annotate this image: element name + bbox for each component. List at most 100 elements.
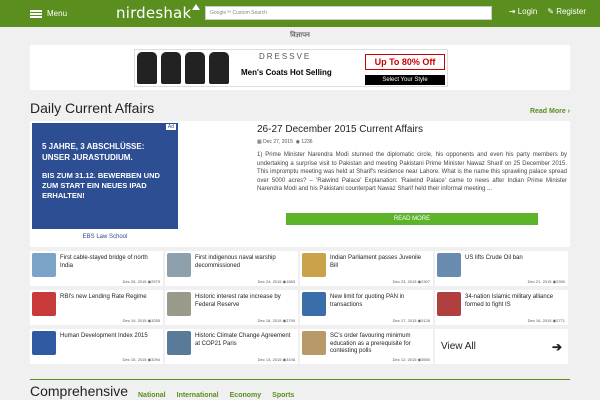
article-card[interactable]: First cable-stayed bridge of north India… — [30, 251, 163, 286]
article-title[interactable]: Indian Parliament passes Juvenile Bill — [330, 255, 430, 270]
article-views: 3198 — [286, 357, 295, 362]
article-card[interactable]: Historic Climate Change Agreement at COP… — [165, 329, 298, 364]
article-title[interactable]: First cable-stayed bridge of north India — [60, 255, 160, 270]
article-card[interactable]: Historic interest rate increase by Feder… — [165, 290, 298, 325]
article-thumbnail — [302, 253, 326, 277]
article-views: 2771 — [556, 318, 565, 323]
article-thumbnail — [167, 292, 191, 316]
article-thumbnail — [437, 253, 461, 277]
article-title[interactable]: SC's order favouring minimum education a… — [330, 333, 430, 356]
featured-title[interactable]: 26-27 December 2015 Current Affairs — [257, 124, 423, 135]
eye-icon: ◉ — [295, 139, 301, 145]
read-more-button[interactable]: READ MORE — [286, 213, 538, 225]
article-card[interactable]: Indian Parliament passes Juvenile Bill De… — [300, 251, 433, 286]
article-card[interactable]: First indigenous naval warship decommiss… — [165, 251, 298, 286]
article-views: 3128 — [421, 318, 430, 323]
article-card[interactable]: New limit for quoting PAN in transaction… — [300, 290, 433, 325]
article-views: 1883 — [286, 279, 295, 284]
featured-views: 1236 — [301, 139, 313, 145]
article-card[interactable]: SC's order favouring minimum education a… — [300, 329, 433, 364]
article-meta: Dec 15, 2015 ◉3294 — [123, 357, 160, 362]
article-thumbnail — [437, 292, 461, 316]
menu-label: Menu — [47, 9, 68, 18]
article-thumbnail — [32, 253, 56, 277]
article-thumbnail — [167, 331, 191, 355]
jacket-images — [137, 52, 229, 84]
login-link[interactable]: ⇥ Login — [509, 7, 538, 16]
arrow-right-icon: ➔ — [551, 339, 562, 354]
ad-footer: EBS Law School — [32, 229, 178, 245]
tab-national[interactable]: National — [138, 392, 166, 399]
article-date: Dec 21, 2015 — [527, 279, 552, 284]
search-input[interactable]: Google™ Custom Search — [205, 6, 492, 20]
ad-line-1: 5 JAHRE, 3 ABSCHLÜSSE: UNSER JURASTUDIUM… — [42, 142, 145, 162]
logo-arrow-icon — [192, 4, 201, 10]
featured-excerpt: 1) Prime Minister Narendra Modi stunned … — [257, 152, 567, 192]
article-date: Dec 18, 2015 — [257, 318, 282, 323]
register-link[interactable]: ✎ Register — [547, 7, 586, 16]
auth-links: ⇥ Login ✎ Register — [509, 7, 586, 16]
article-date: Dec 16, 2015 — [527, 318, 552, 323]
article-title[interactable]: US lifts Crude Oil ban — [465, 255, 565, 263]
advertisement-label: विज्ञापन — [290, 32, 310, 39]
tab-economy[interactable]: Economy — [230, 392, 262, 399]
article-meta: Dec 12, 2015 ◉3550 — [393, 357, 430, 362]
article-views: 2790 — [286, 318, 295, 323]
tab-international[interactable]: International — [177, 392, 219, 399]
view-all-button[interactable]: View All ➔ — [435, 329, 568, 364]
category-tabs: National International Economy Sports — [138, 392, 294, 399]
article-title[interactable]: RBI's new Lending Rate Regime — [60, 294, 160, 302]
article-date: Dec 24, 2015 — [257, 279, 282, 284]
article-views: 2579 — [151, 279, 160, 284]
article-meta: Dec 17, 2015 ◉3128 — [393, 318, 430, 323]
article-card[interactable]: RBI's new Lending Rate Regime Dec 19, 201… — [30, 290, 163, 325]
ad-cta-button[interactable]: Select Your Style — [365, 75, 445, 85]
ad-offer: Up To 80% Off — [365, 54, 445, 70]
section-title: Comprehensive — [30, 383, 129, 399]
hamburger-icon — [30, 9, 42, 18]
article-meta: Dec 16, 2015 ◉2771 — [528, 318, 565, 323]
section-divider — [30, 379, 570, 380]
calendar-icon: ▦ — [257, 139, 262, 145]
featured-date: Dec 27, 2015 — [263, 139, 293, 145]
article-date: Dec 15, 2015 — [122, 357, 147, 362]
article-date: Dec 17, 2015 — [392, 318, 417, 323]
ad-brand: DRESSVE — [259, 52, 312, 61]
article-card[interactable]: US lifts Crude Oil ban Dec 21, 2015 ◉2390 — [435, 251, 568, 286]
menu-button[interactable]: Menu — [30, 5, 67, 22]
article-date: Dec 12, 2015 — [392, 357, 417, 362]
article-card[interactable]: Human Development Index 2015 Dec 15, 2015… — [30, 329, 163, 364]
site-logo[interactable]: nirdeshak — [116, 4, 201, 22]
featured-meta: ▦ Dec 27, 2015 ◉ 1236 — [257, 139, 313, 145]
article-views: 2307 — [421, 279, 430, 284]
article-thumbnail — [302, 331, 326, 355]
article-views: 2390 — [556, 279, 565, 284]
article-title[interactable]: New limit for quoting PAN in transaction… — [330, 294, 430, 309]
ad-headline: Men's Coats Hot Selling — [241, 68, 332, 77]
ad-tag: Ad — [165, 124, 176, 130]
article-thumbnail — [302, 292, 326, 316]
section-title: Daily Current Affairs — [30, 100, 155, 116]
article-date: Dec 25, 2015 — [122, 279, 147, 284]
article-title[interactable]: Historic Climate Change Agreement at COP… — [195, 333, 295, 348]
jacket-image — [209, 52, 229, 84]
article-title[interactable]: First indigenous naval warship decommiss… — [195, 255, 295, 270]
ad-line-2: BIS ZUM 31.12. BEWERBEN UND ZUM START EI… — [42, 171, 160, 200]
article-meta: Dec 25, 2015 ◉2579 — [123, 279, 160, 284]
article-meta: Dec 23, 2015 ◉2307 — [393, 279, 430, 284]
article-views: 3294 — [151, 357, 160, 362]
article-views: 3550 — [421, 357, 430, 362]
top-ad-banner[interactable]: DRESSVE Men's Coats Hot Selling Up To 80… — [134, 49, 448, 87]
article-title[interactable]: Human Development Index 2015 — [60, 333, 160, 341]
article-card[interactable]: 34-nation Islamic military alliance form… — [435, 290, 568, 325]
tab-sports[interactable]: Sports — [272, 392, 294, 399]
article-title[interactable]: 34-nation Islamic military alliance form… — [465, 294, 565, 309]
sidebar-ad[interactable]: Ad 5 JAHRE, 3 ABSCHLÜSSE: UNSER JURASTUD… — [32, 123, 178, 245]
article-meta: Dec 13, 2015 ◉3198 — [258, 357, 295, 362]
featured-article: Ad 5 JAHRE, 3 ABSCHLÜSSE: UNSER JURASTUD… — [30, 121, 570, 247]
view-all-label: View All — [441, 341, 476, 352]
read-more-link[interactable]: Read More › — [530, 108, 570, 115]
article-thumbnail — [32, 292, 56, 316]
article-title[interactable]: Historic interest rate increase by Feder… — [195, 294, 295, 309]
article-date: Dec 23, 2015 — [392, 279, 417, 284]
